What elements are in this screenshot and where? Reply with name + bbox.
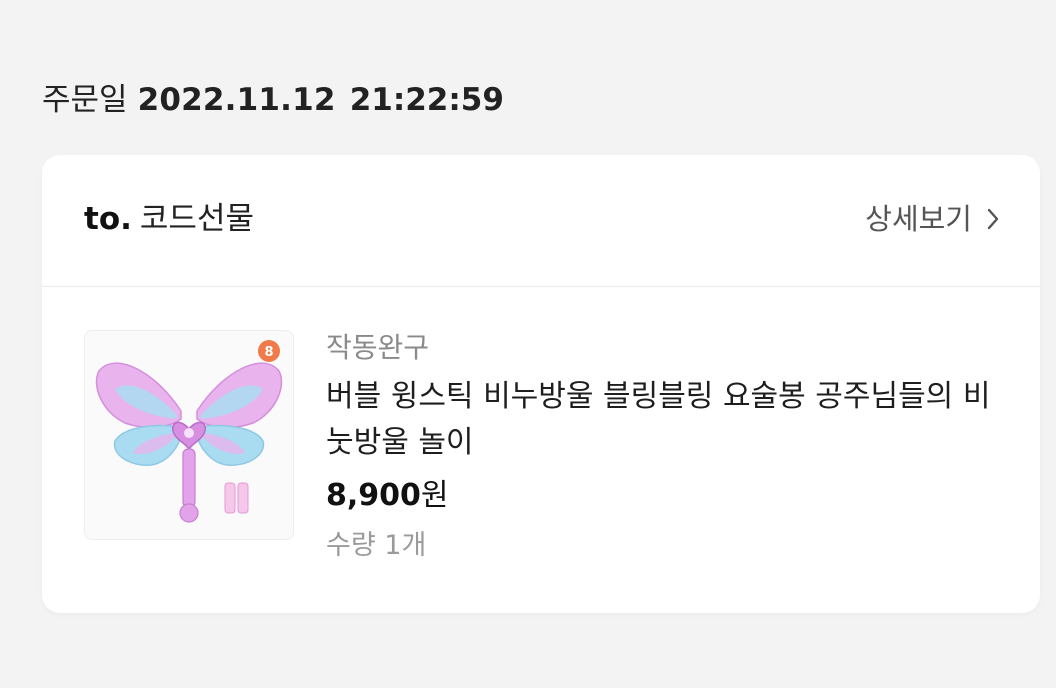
chevron-right-icon [987, 208, 999, 230]
view-details-label: 상세보기 [865, 202, 972, 236]
order-card-header: to. 코드선물 상세보기 [42, 155, 1040, 287]
recipient-prefix: to. [84, 201, 132, 237]
product-title[interactable]: 버블 윙스틱 비누방울 블링블링 요술봉 공주님들의 비눗방울 놀이 [326, 374, 1006, 466]
product-quantity: 수량 1개 [326, 530, 427, 561]
product-price: 8,900원 [326, 474, 1006, 518]
price-number: 8,900 [326, 478, 421, 513]
order-date: 주문일 2022.11.12 21:22:59 [42, 78, 504, 122]
order-time-value: 21:22:59 [349, 82, 504, 118]
order-date-value: 2022.11.12 [137, 82, 336, 118]
order-date-label: 주문일 [42, 82, 128, 118]
recipient: to. 코드선물 [84, 197, 254, 241]
view-details-button[interactable]: 상세보기 [865, 197, 1000, 241]
bubble-wand-image: 8 [95, 340, 283, 523]
product-image[interactable]: 8 [84, 330, 294, 540]
price-unit: 원 [420, 478, 449, 513]
product-badge: 8 [264, 345, 273, 360]
order-card: to. 코드선물 상세보기 8 작동완구 버블 윙스틱 비누방울 블링블링 요술… [42, 155, 1040, 613]
recipient-name: 코드선물 [139, 201, 254, 237]
product-info: 작동완구 버블 윙스틱 비누방울 블링블링 요술봉 공주님들의 비눗방울 놀이 … [326, 328, 1006, 566]
product-brand: 작동완구 [326, 331, 430, 364]
